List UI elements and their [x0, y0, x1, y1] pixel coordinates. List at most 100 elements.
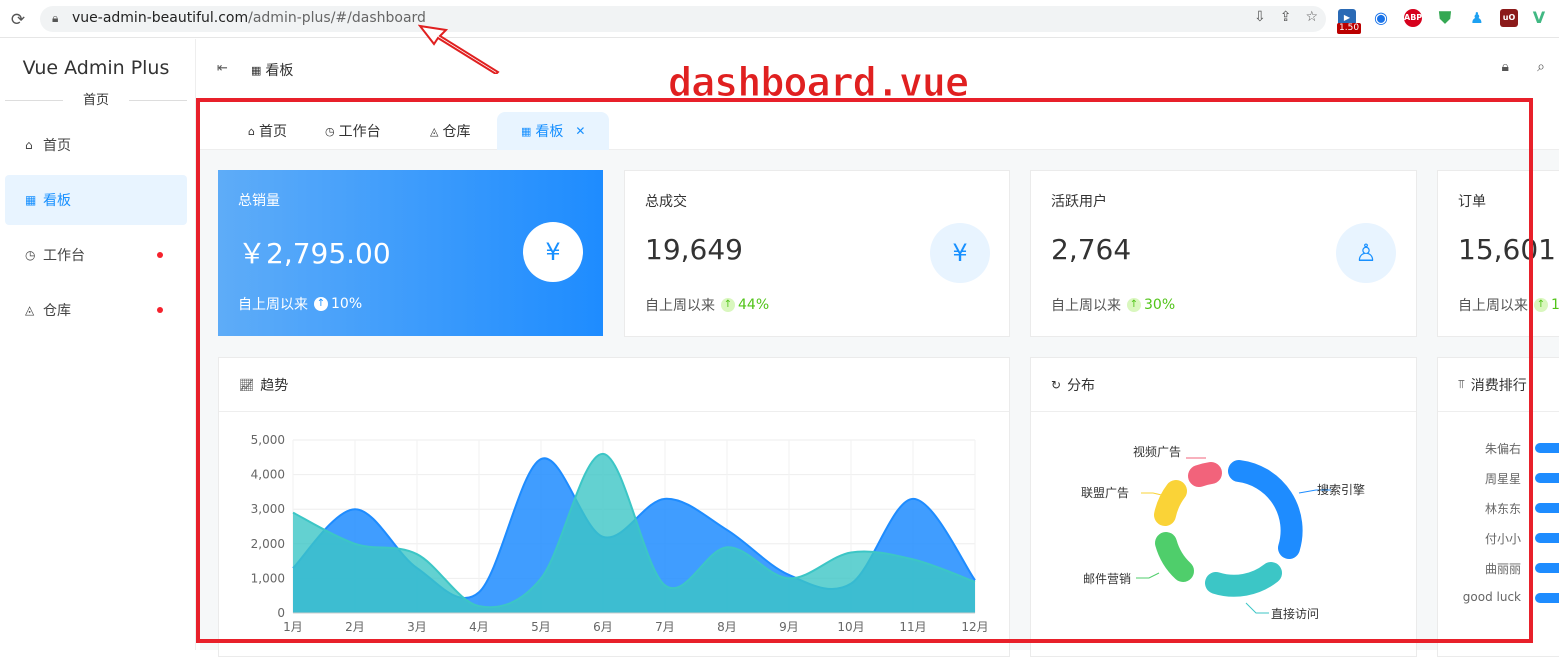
stat-footer: 自上周以来 ↑ 30% [1051, 295, 1175, 315]
y-tick-label: 1,000 [251, 571, 285, 585]
stat-card-active-users: 活跃用户 2,764 ♙ 自上周以来 ↑ 30% [1030, 170, 1417, 337]
sidebar-item-label: 仓库 [43, 303, 71, 319]
breadcrumb: ▦ 看板 [251, 60, 293, 80]
x-tick-label: 3月 [407, 620, 427, 634]
vue-devtools-icon[interactable]: V [1530, 9, 1548, 27]
tab-bar: ⌂ 首页 ◷ 工作台 ◬ 仓库 ▦ 看板 ✕ [200, 102, 1559, 150]
trend-chart: 0 1,000 2,000 3,000 4,000 5,000 1月 2月 3月 4月 5月 6月 7月… [251, 433, 989, 634]
ranking-card: ⫪ 消费排行 朱偏右 周星星 林东东 付小小 曲丽丽 good luck [1437, 357, 1559, 657]
reload-icon[interactable]: ⟳ [8, 10, 28, 30]
extension-icon-2[interactable]: ◉ [1372, 9, 1390, 27]
x-tick-label: 8月 [717, 620, 737, 634]
y-tick-label: 4,000 [251, 468, 285, 482]
tab-dashboard[interactable]: ▦ 看板 ✕ [497, 112, 610, 150]
stat-card-deals: 总成交 19,649 ¥ 自上周以来 ↑ 44% [624, 170, 1010, 337]
close-icon[interactable]: ✕ [575, 124, 585, 138]
donut-segment-video [1188, 462, 1222, 487]
stat-footer-label: 自上周以来 [1458, 298, 1528, 314]
sidebar-item-label: 首页 [43, 138, 71, 154]
x-tick-label: 4月 [469, 620, 489, 634]
series-area-1 [293, 453, 975, 613]
breadcrumb-item[interactable]: 看板 [265, 60, 293, 80]
label-search: 搜索引擎 [1317, 482, 1365, 497]
bookmark-star-icon[interactable]: ☆ [1305, 9, 1318, 25]
ranking-card-header: ⫪ 消费排行 [1438, 358, 1559, 412]
sidebar-item-dashboard[interactable]: ▦ 看板 [5, 175, 187, 225]
sidebar-item-workbench[interactable]: ◷ 工作台 [5, 230, 187, 280]
annotation-arrow-icon [418, 24, 500, 74]
warehouse-icon: ◬ [25, 303, 35, 317]
distribution-card: ↻ 分布 视频广告 搜索引擎 联盟广告 邮件营销 直接访问 [1030, 357, 1417, 657]
url-text[interactable]: vue-admin-beautiful.com/admin-plus/#/das… [72, 10, 426, 26]
ranking-bar [1535, 563, 1559, 573]
tab-warehouse[interactable]: ◬ 仓库 [430, 112, 470, 150]
donut-segment-search [1228, 460, 1303, 559]
y-tick-label: 5,000 [251, 433, 285, 447]
extension-icon-6[interactable]: uO [1500, 9, 1518, 27]
arrow-up-icon: ↑ [721, 298, 735, 312]
annotation-label: dashboard.vue [667, 60, 969, 107]
stat-footer: 自上周以来 ↑1 [1458, 295, 1559, 315]
sidebar-item-warehouse[interactable]: ◬ 仓库 [5, 285, 187, 335]
label-video: 视频广告 [1133, 444, 1181, 459]
ranking-bar [1535, 443, 1559, 453]
stat-title: 订单 [1458, 194, 1486, 210]
fold-menu-icon[interactable]: ⇤ [217, 61, 228, 76]
stat-change: 44% [738, 297, 770, 313]
ranking-bar [1535, 593, 1559, 603]
main-content: ⌂ 首页 ◷ 工作台 ◬ 仓库 ▦ 看板 ✕ 总销量 ￥2,795.00 ¥ 自上周以来 ↑… [200, 102, 1559, 657]
dashboard-icon: ▦ [521, 124, 532, 138]
workbench-icon: ◷ [25, 248, 36, 262]
notification-dot [157, 307, 163, 313]
dashboard-icon: ▦ [251, 63, 262, 77]
ranking-name: 曲丽丽 [1484, 562, 1521, 576]
ranking-bar [1535, 533, 1559, 543]
label-email: 邮件营销 [1083, 572, 1131, 586]
adblock-icon[interactable]: ABP [1404, 9, 1422, 27]
x-tick-label: 9月 [779, 620, 799, 634]
ranking-name: 林东东 [1484, 502, 1521, 516]
ranking-bar [1535, 473, 1559, 483]
lock-icon[interactable]: 🔒︎ [1502, 59, 1509, 75]
donut-segment-alliance [1154, 480, 1187, 526]
install-icon[interactable]: ⇩ [1254, 9, 1266, 25]
address-bar[interactable]: 🔒︎ vue-admin-beautiful.com/admin-plus/#/… [40, 6, 1326, 32]
arrow-up-icon: ↑ [314, 297, 328, 311]
label-alliance: 联盟广告 [1081, 486, 1129, 500]
home-icon: ⌂ [248, 124, 255, 138]
extension-icon-5[interactable]: ♟ [1468, 9, 1486, 27]
tab-workbench[interactable]: ◷ 工作台 [325, 112, 381, 150]
shield-icon[interactable]: ⛊ [1436, 9, 1454, 27]
address-actions: ⇩ ⇪ ☆ [1254, 9, 1318, 25]
tab-label: 首页 [258, 124, 287, 140]
search-icon[interactable]: ⌕ [1537, 59, 1545, 75]
label-direct: 直接访问 [1271, 606, 1319, 621]
dashboard-icon: ▦ [25, 193, 37, 207]
stat-value: 19,649 [645, 233, 743, 266]
stat-footer-label: 自上周以来 [1051, 298, 1121, 314]
stat-change: 10% [331, 296, 363, 312]
stat-value: 2,764 [1051, 233, 1132, 266]
stat-change: 1 [1551, 297, 1559, 313]
arrow-up-icon: ↑ [1127, 298, 1141, 312]
sidebar-item-home[interactable]: ⌂ 首页 [5, 120, 187, 170]
y-tick-label: 0 [277, 606, 285, 620]
logo-title[interactable]: Vue Admin Plus [0, 57, 192, 79]
tab-home[interactable]: ⌂ 首页 [248, 112, 287, 150]
y-tick-label: 2,000 [251, 537, 285, 551]
stat-footer: 自上周以来 ↑ 44% [645, 295, 769, 315]
share-icon[interactable]: ⇪ [1280, 9, 1292, 25]
x-tick-label: 2月 [345, 620, 365, 634]
home-icon: ⌂ [25, 138, 33, 152]
warehouse-icon: ◬ [430, 124, 439, 138]
tab-label: 仓库 [442, 124, 471, 140]
x-tick-label: 7月 [655, 620, 675, 634]
stat-card-sales: 总销量 ￥2,795.00 ¥ 自上周以来 ↑ 10% [218, 170, 603, 336]
notification-dot [157, 252, 163, 258]
browser-toolbar: ⟳ 🔒︎ vue-admin-beautiful.com/admin-plus/… [0, 0, 1559, 38]
x-tick-label: 12月 [961, 620, 988, 634]
sidebar: Vue Admin Plus 首页 ⌂ 首页 ▦ 看板 ◷ 工作台 ◬ 仓库 [0, 39, 196, 650]
stat-title: 总销量 [238, 193, 280, 209]
ranking-icon: ⫪ [1458, 377, 1465, 391]
stat-card-orders: 订单 15,601 自上周以来 ↑1 [1437, 170, 1559, 337]
